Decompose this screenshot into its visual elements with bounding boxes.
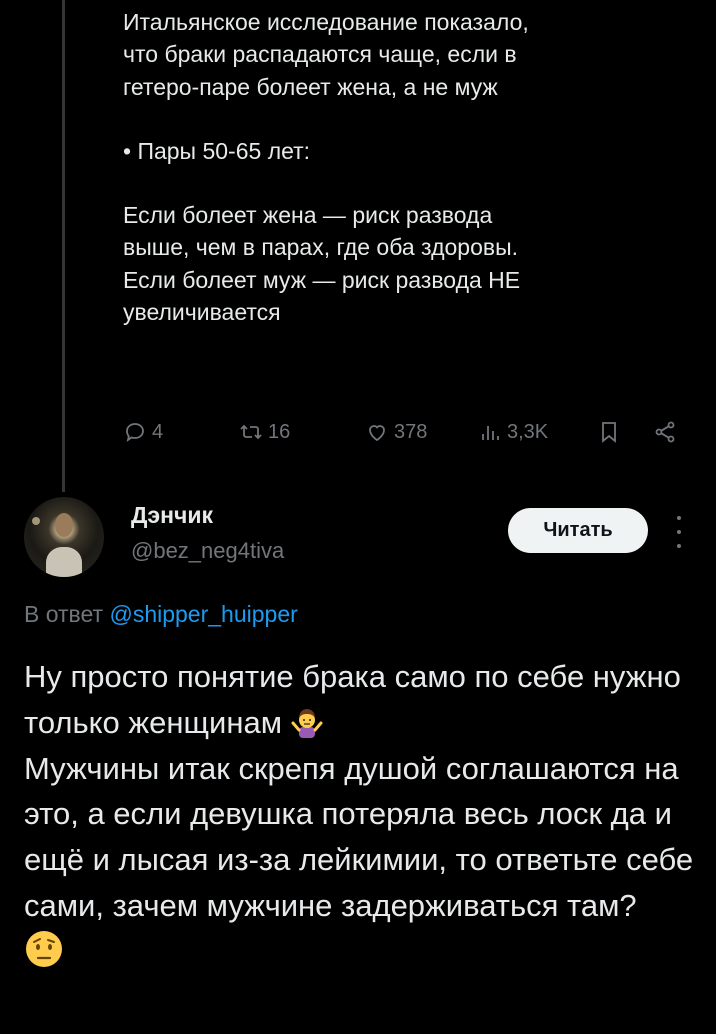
views-action[interactable]: 3,3K: [478, 420, 548, 444]
reply-prefix: В ответ: [24, 601, 104, 627]
reply-text-line-2: Мужчины итак скрепя душой соглашаются на…: [24, 750, 694, 923]
share-action[interactable]: [653, 420, 677, 444]
repost-action[interactable]: 16: [239, 420, 290, 444]
reply-text-line-1: Ну просто понятие брака само по себе нуж…: [24, 659, 681, 740]
repost-icon: [240, 424, 262, 440]
person-shrugging-emoji-icon: [291, 708, 323, 738]
reply-to-handle-link[interactable]: @shipper_huipper: [109, 601, 297, 627]
parent-action-bar: 4 16 378 3,3K: [123, 420, 693, 454]
parent-paragraph-1: Итальянское исследование показало, что б…: [123, 9, 529, 100]
reply-context: В ответ @shipper_huipper: [24, 601, 298, 628]
repost-count: 16: [268, 420, 291, 443]
parent-paragraph-2: • Пары 50-65 лет:: [123, 137, 311, 164]
reply-action[interactable]: 4: [123, 420, 163, 444]
author-name[interactable]: Дэнчик: [131, 502, 213, 529]
bookmark-icon: [602, 422, 616, 443]
bookmark-action[interactable]: [597, 420, 621, 444]
raised-eyebrow-emoji-icon: [26, 930, 62, 967]
parent-tweet-text: Итальянское исследование показало, что б…: [123, 6, 683, 328]
like-action[interactable]: 378: [365, 420, 427, 444]
reply-count: 4: [152, 420, 164, 443]
thread-connector-line: [62, 0, 65, 492]
parent-paragraph-3: Если болеет жена — риск развода выше, че…: [123, 202, 521, 326]
heart-icon: [369, 425, 385, 442]
reply-tweet-text: Ну просто понятие брака само по себе нуж…: [24, 654, 704, 977]
share-icon: [655, 421, 675, 443]
like-count: 378: [394, 420, 428, 443]
views-chart-icon: [482, 426, 499, 440]
avatar[interactable]: [24, 497, 104, 577]
reply-icon: [126, 423, 144, 443]
views-count: 3,3K: [507, 420, 549, 443]
author-handle[interactable]: @bez_neg4tiva: [131, 538, 284, 564]
follow-button[interactable]: Читать: [508, 508, 648, 553]
more-options-icon[interactable]: [672, 516, 686, 548]
